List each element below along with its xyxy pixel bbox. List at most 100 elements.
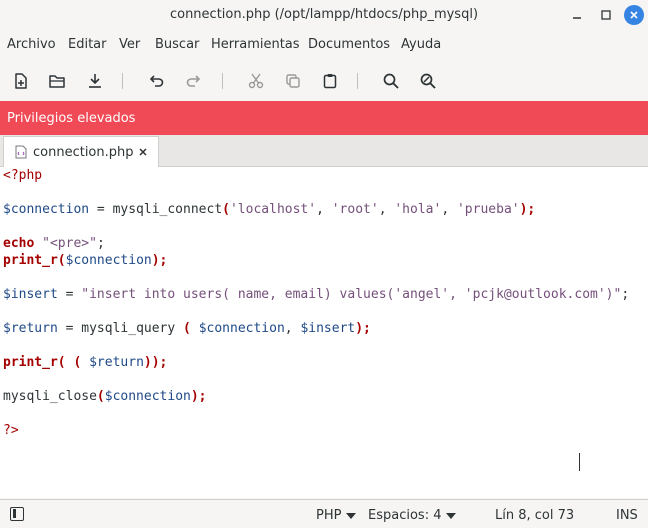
code-token: ,: [284, 321, 301, 336]
code-token: 'hola': [394, 202, 442, 217]
maximize-button[interactable]: [596, 5, 616, 25]
find-replace-button[interactable]: [414, 67, 442, 95]
code-token: "<pre>": [42, 236, 97, 251]
code-editor[interactable]: <?php $connection = mysqli_connect('local…: [0, 167, 648, 498]
code-token: $insert: [3, 287, 58, 302]
search-icon: [383, 73, 399, 89]
cut-button[interactable]: [242, 67, 270, 95]
menu-archivo[interactable]: Archivo: [7, 37, 56, 52]
code-line[interactable]: print_r($connection);: [3, 252, 167, 269]
code-token: $connection: [65, 253, 152, 268]
code-token: = mysqli_connect: [89, 202, 223, 217]
code-token: $return: [89, 355, 144, 370]
code-line[interactable]: print_r( ( $return));: [3, 354, 167, 371]
code-token: $connection: [104, 389, 191, 404]
title-bar: connection.php (/opt/lampp/htdocs/php_my…: [0, 0, 648, 30]
save-button[interactable]: [81, 67, 109, 95]
language-label: PHP: [316, 508, 342, 523]
text-cursor: [579, 453, 580, 471]
code-line[interactable]: echo "<pre>";: [3, 235, 105, 252]
code-token: <?php: [3, 168, 43, 183]
code-line[interactable]: $connection = mysqli_connect('localhost'…: [3, 201, 535, 218]
paste-button[interactable]: [316, 67, 344, 95]
toolbar-separator: [222, 73, 223, 89]
menu-editar[interactable]: Editar: [68, 37, 107, 52]
tab-bar: connection.php: [0, 135, 648, 167]
code-token: (: [65, 355, 90, 370]
close-icon: [630, 11, 638, 19]
close-tab-icon[interactable]: [137, 146, 149, 158]
indent-selector[interactable]: Espacios: 4: [368, 508, 457, 523]
code-token: );: [151, 253, 168, 268]
banner-text: Privilegios elevados: [7, 111, 136, 126]
code-token: );: [190, 389, 207, 404]
menu-ver[interactable]: Ver: [119, 37, 140, 52]
toolbar-separator: [122, 73, 123, 89]
new-file-button[interactable]: [7, 67, 35, 95]
redo-icon: [186, 75, 201, 87]
redo-button[interactable]: [180, 67, 208, 95]
window-title: connection.php (/opt/lampp/htdocs/php_my…: [169, 7, 479, 22]
cursor-position[interactable]: Lín 8, col 73: [495, 508, 574, 523]
menu-bar: Archivo Editar Ver Buscar Herramientas D…: [0, 30, 648, 60]
code-token: $return: [3, 321, 58, 336]
menu-ayuda[interactable]: Ayuda: [401, 37, 441, 52]
code-token: =: [57, 287, 82, 302]
minimize-button[interactable]: [567, 5, 587, 25]
close-window-button[interactable]: [624, 5, 644, 25]
insert-mode[interactable]: INS: [616, 508, 638, 523]
code-token: print_r(: [3, 355, 66, 370]
code-token: ,: [441, 202, 457, 217]
code-token: $connection: [198, 321, 285, 336]
code-token: = mysqli_query: [57, 321, 184, 336]
code-line[interactable]: $insert = "insert into users( name, emai…: [3, 286, 629, 303]
code-token: ;: [621, 287, 630, 302]
copy-button[interactable]: [279, 67, 307, 95]
scissors-icon: [248, 73, 264, 89]
folder-open-icon: [49, 75, 65, 88]
code-line[interactable]: ?>: [3, 422, 19, 439]
chevron-down-icon: [446, 512, 457, 519]
menu-buscar[interactable]: Buscar: [155, 37, 199, 52]
toolbar-separator: [357, 73, 358, 89]
code-token: ));: [143, 355, 168, 370]
clipboard-icon: [323, 74, 337, 89]
code-token: (: [96, 389, 105, 404]
code-token: ;: [96, 236, 105, 251]
tab-connection-php[interactable]: connection.php: [3, 136, 159, 167]
code-token: );: [355, 321, 371, 336]
tab-label: connection.php: [33, 145, 134, 160]
code-line[interactable]: $return = mysqli_query ( $connection, $i…: [3, 320, 371, 337]
indent-label: Espacios: 4: [368, 508, 442, 523]
code-token: );: [519, 202, 536, 217]
menu-herramientas[interactable]: Herramientas: [211, 37, 300, 52]
code-token: echo: [3, 236, 35, 251]
minimize-icon: [573, 17, 581, 19]
code-token: $connection: [3, 202, 90, 217]
code-token: mysqli_close: [3, 389, 97, 404]
language-selector[interactable]: PHP: [316, 508, 357, 523]
code-line[interactable]: mysqli_close($connection);: [3, 388, 207, 405]
code-token: (: [222, 202, 230, 217]
open-file-button[interactable]: [43, 67, 71, 95]
code-line[interactable]: <?php: [3, 167, 42, 184]
undo-icon: [149, 75, 164, 87]
php-file-icon: [15, 145, 27, 159]
elevated-privileges-banner: Privilegios elevados: [0, 101, 648, 135]
copy-icon: [286, 74, 300, 88]
chevron-down-icon: [346, 512, 357, 519]
side-panel-toggle-icon[interactable]: [10, 507, 24, 521]
download-icon: [89, 74, 101, 88]
code-token: print_r(: [3, 253, 66, 268]
undo-button[interactable]: [142, 67, 170, 95]
code-token: ?>: [3, 423, 19, 438]
code-token: (: [183, 321, 191, 336]
search-button[interactable]: [377, 67, 405, 95]
find-replace-icon: [420, 73, 436, 89]
code-token: ,: [378, 202, 395, 217]
code-token: $insert: [300, 321, 356, 336]
maximize-icon: [601, 10, 611, 20]
status-bar: PHP Espacios: 4 Lín 8, col 73 INS: [0, 499, 648, 528]
menu-documentos[interactable]: Documentos: [308, 37, 390, 52]
